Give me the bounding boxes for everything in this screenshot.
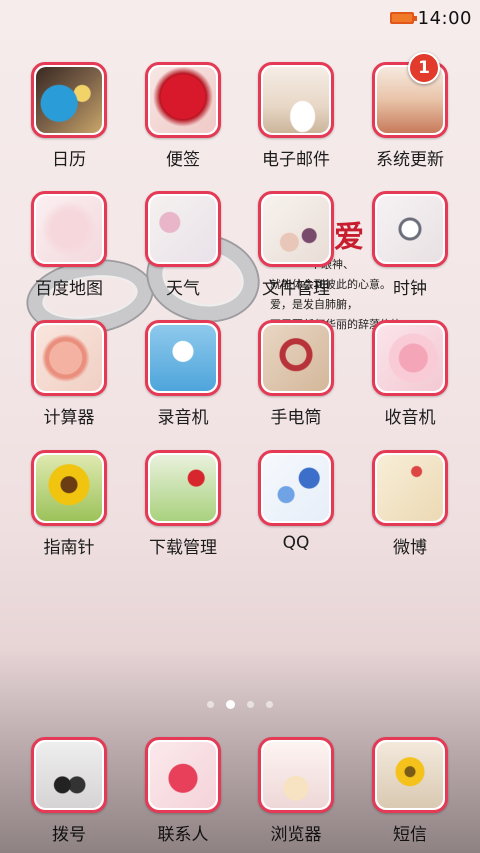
map-icon xyxy=(31,191,107,267)
dialer-icon xyxy=(31,737,107,813)
app-label: 电子邮件 xyxy=(262,150,330,170)
app-email[interactable]: 电子邮件 xyxy=(240,62,352,182)
page-indicator xyxy=(0,697,480,711)
app-label: 百度地图 xyxy=(35,279,103,299)
app-label: 时钟 xyxy=(393,279,427,299)
dock-contacts[interactable]: 联系人 xyxy=(127,737,239,853)
app-label: 日历 xyxy=(52,150,86,170)
dock-browser[interactable]: 浏览器 xyxy=(240,737,352,853)
app-qq[interactable]: QQ xyxy=(240,450,352,570)
app-label: 收音机 xyxy=(384,408,436,428)
clock-icon xyxy=(372,191,448,267)
browser-icon xyxy=(258,737,334,813)
status-bar: 14:00 xyxy=(0,0,480,36)
email-icon xyxy=(258,62,334,138)
dock-label: 联系人 xyxy=(157,825,209,845)
page-dot-active[interactable] xyxy=(226,699,235,709)
app-label: 下载管理 xyxy=(149,538,217,558)
dock-label: 拨号 xyxy=(52,825,86,845)
app-calculator[interactable]: 计算器 xyxy=(13,320,125,440)
status-time: 14:00 xyxy=(417,7,472,29)
battery-icon xyxy=(389,12,417,24)
qq-icon xyxy=(258,450,334,526)
notes-icon xyxy=(145,62,221,138)
app-weather[interactable]: 天气 xyxy=(127,191,239,311)
app-file-manager[interactable]: 文件管理 xyxy=(240,191,352,311)
radio-icon xyxy=(372,320,448,396)
app-system-update[interactable]: 1 系统更新 xyxy=(354,52,466,182)
contacts-icon xyxy=(145,737,221,813)
app-weibo[interactable]: 微博 xyxy=(354,450,466,570)
app-label: 系统更新 xyxy=(376,150,444,170)
app-label: 微博 xyxy=(393,538,427,558)
app-download-manager[interactable]: 下载管理 xyxy=(127,450,239,570)
flashlight-icon xyxy=(258,320,334,396)
app-baidu-map[interactable]: 百度地图 xyxy=(13,191,125,311)
dock-dialer[interactable]: 拨号 xyxy=(13,737,125,853)
calculator-icon xyxy=(31,320,107,396)
app-label: 天气 xyxy=(166,279,200,299)
page-dot[interactable] xyxy=(207,700,214,708)
download-manager-icon xyxy=(145,450,221,526)
page-dot[interactable] xyxy=(266,700,273,708)
file-manager-icon xyxy=(258,191,334,267)
notification-badge: 1 xyxy=(408,52,440,84)
compass-icon xyxy=(31,450,107,526)
weibo-icon xyxy=(372,450,448,526)
dock-label: 浏览器 xyxy=(270,825,322,845)
app-clock[interactable]: 时钟 xyxy=(354,191,466,311)
page-dot[interactable] xyxy=(247,700,254,708)
app-label: 手电筒 xyxy=(270,408,322,428)
app-label: 计算器 xyxy=(43,408,95,428)
app-compass[interactable]: 指南针 xyxy=(13,450,125,570)
app-label: 文件管理 xyxy=(262,279,330,299)
app-calendar[interactable]: 日历 xyxy=(13,62,125,182)
app-label: 录音机 xyxy=(157,408,209,428)
app-notes[interactable]: 便签 xyxy=(127,62,239,182)
dock-label: 短信 xyxy=(393,825,427,845)
app-recorder[interactable]: 录音机 xyxy=(127,320,239,440)
app-label: 便签 xyxy=(166,150,200,170)
app-radio[interactable]: 收音机 xyxy=(354,320,466,440)
messaging-icon xyxy=(372,737,448,813)
calendar-icon xyxy=(31,62,107,138)
weather-icon xyxy=(145,191,221,267)
dock-messaging[interactable]: 短信 xyxy=(354,737,466,853)
recorder-icon xyxy=(145,320,221,396)
app-flashlight[interactable]: 手电筒 xyxy=(240,320,352,440)
app-label: QQ xyxy=(282,533,310,553)
app-label: 指南针 xyxy=(43,538,95,558)
